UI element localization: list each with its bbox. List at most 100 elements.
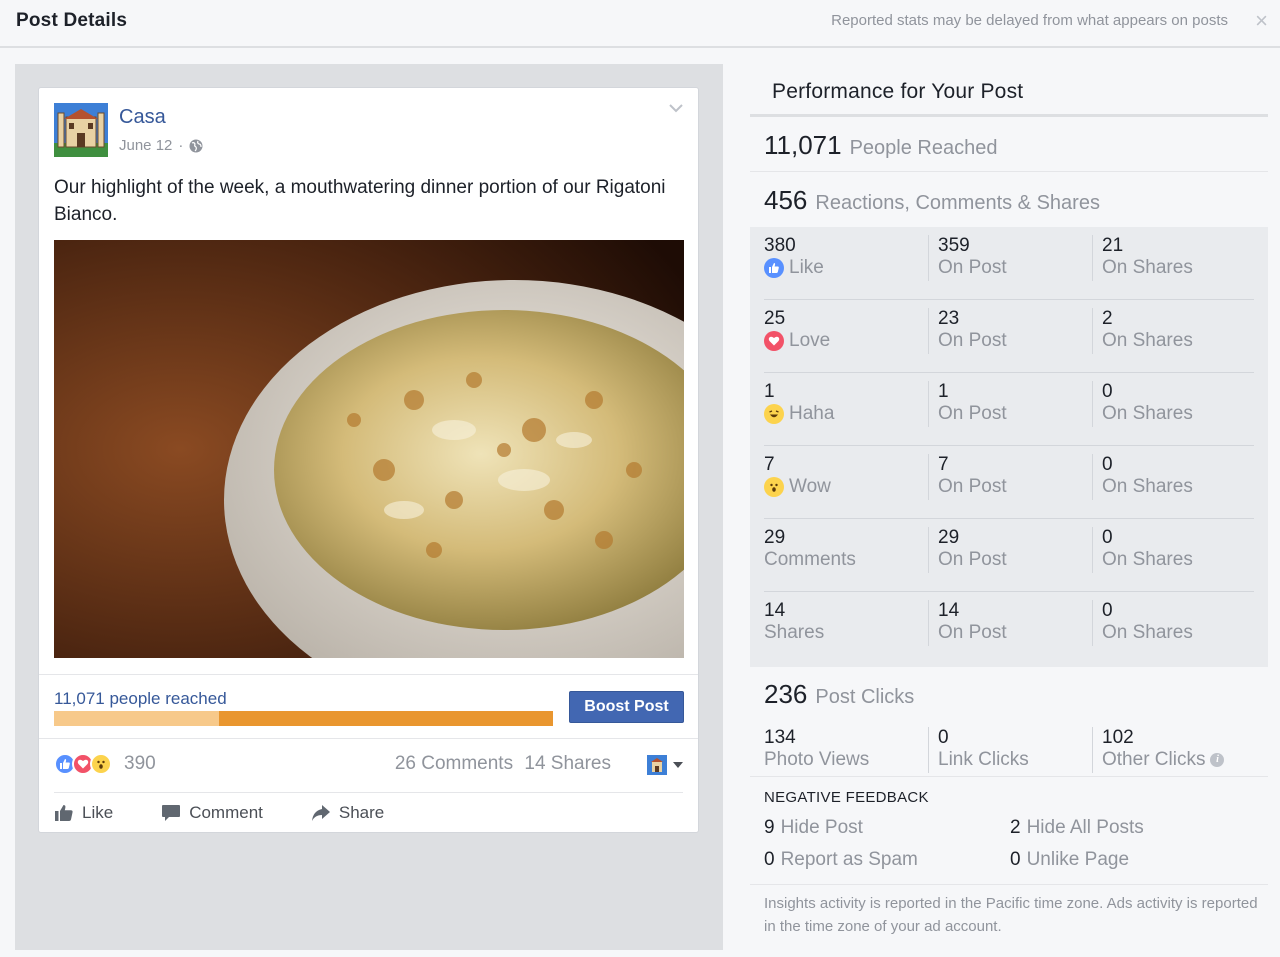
total-value: 380 <box>764 235 796 256</box>
reaction-row: 14 Shares 14 On Post 0 On Shares <box>750 592 1268 665</box>
on-post-label: On Post <box>938 476 1007 497</box>
close-icon[interactable]: × <box>1255 10 1268 32</box>
on-shares-cell: 0 On Shares <box>1092 600 1193 646</box>
caret-down-icon <box>673 762 683 768</box>
building-icon <box>54 103 108 157</box>
comment-label: Comment <box>189 803 263 822</box>
post-card: Casa June 12 · Our highlight of the week… <box>38 87 699 833</box>
post-preview-panel: Casa June 12 · Our highlight of the week… <box>15 64 723 950</box>
photo-views-cell: 134 Photo Views <box>764 727 869 771</box>
performance-title: Performance for Your Post <box>772 80 1024 103</box>
on-post-value: 23 <box>938 308 960 329</box>
engagement-stat: 456 Reactions, Comments & Shares <box>750 173 1268 227</box>
on-post-label: On Post <box>938 257 1007 278</box>
unlike-label: Unlike Page <box>1026 849 1130 870</box>
reach-section: 11,071 people reached Boost Post <box>39 674 698 738</box>
on-post-label: On Post <box>938 403 1007 424</box>
on-shares-value: 21 <box>1102 235 1124 256</box>
title-divider <box>750 114 1268 117</box>
people-reached-link[interactable]: 11,071 people reached <box>54 689 227 709</box>
on-shares-cell: 0 On Shares <box>1092 381 1193 427</box>
unlike-stat: 0 Unlike Page <box>1010 849 1129 871</box>
other-clicks-cell: 102 Other Clicks i <box>1092 727 1225 773</box>
on-post-value: 1 <box>938 381 949 402</box>
photo-views-value: 134 <box>764 727 796 748</box>
post-photo[interactable] <box>54 240 684 658</box>
like-button[interactable]: Like <box>54 803 113 823</box>
on-shares-label: On Shares <box>1102 403 1193 424</box>
total-cell: 380 Like <box>764 235 824 279</box>
on-post-cell: 1 On Post <box>928 381 1007 427</box>
on-shares-value: 0 <box>1102 454 1113 475</box>
comment-share-counts: 26 Comments 14 Shares <box>389 753 611 775</box>
row-label: Like <box>789 257 824 278</box>
share-button[interactable]: Share <box>311 803 384 823</box>
reached-value: 11,071 <box>764 130 842 160</box>
reached-label: People Reached <box>849 137 998 159</box>
total-cell: 25 Love <box>764 308 830 352</box>
on-shares-value: 2 <box>1102 308 1113 329</box>
engagement-label: Reactions, Comments & Shares <box>815 192 1100 214</box>
engagement-value: 456 <box>764 185 808 215</box>
reaction-icons[interactable] <box>54 753 112 775</box>
hide-post-value: 9 <box>764 817 775 838</box>
reaction-row: 7 Wow 7 On Post 0 On Shares <box>750 446 1268 519</box>
on-shares-value: 0 <box>1102 600 1113 621</box>
on-post-cell: 23 On Post <box>928 308 1007 354</box>
on-post-cell: 14 On Post <box>928 600 1007 646</box>
on-shares-cell: 0 On Shares <box>1092 454 1193 500</box>
reaction-row: 25 Love 23 On Post 2 On Shares <box>750 300 1268 373</box>
share-label: Share <box>338 803 385 822</box>
on-shares-label: On Shares <box>1102 622 1193 643</box>
post-actions: Like Comment Share <box>54 792 683 834</box>
clicks-value: 236 <box>764 679 808 709</box>
actor-selector[interactable] <box>647 755 683 775</box>
engagement-summary: 390 26 Comments 14 Shares <box>39 738 698 793</box>
row-label: Shares <box>764 622 825 643</box>
shares-count-link[interactable]: 14 Shares <box>524 753 611 774</box>
page-avatar[interactable] <box>54 103 108 157</box>
comments-count-link[interactable]: 26 Comments <box>395 753 513 774</box>
post-meta: June 12 · <box>119 137 203 154</box>
on-post-cell: 359 On Post <box>928 235 1007 281</box>
row-label: Haha <box>789 403 835 424</box>
hide-post-stat: 9 Hide Post <box>764 817 863 839</box>
reach-paid-fill <box>219 711 553 726</box>
reaction-count[interactable]: 390 <box>124 753 156 775</box>
on-shares-value: 0 <box>1102 527 1113 548</box>
info-icon[interactable]: i <box>1210 753 1225 767</box>
on-shares-label: On Shares <box>1102 476 1193 497</box>
people-reached-stat: 11,071 People Reached <box>750 118 1268 172</box>
on-post-cell: 29 On Post <box>928 527 1007 573</box>
post-message: Our highlight of the week, a mouthwateri… <box>54 177 666 225</box>
post-clicks-section: 236 Post Clicks 134 Photo Views 0 Link Cl… <box>750 667 1268 777</box>
love-icon <box>764 331 784 351</box>
link-clicks-cell: 0 Link Clicks <box>928 727 1029 773</box>
total-cell: 7 Wow <box>764 454 831 498</box>
reaction-row: 380 Like 359 On Post 21 On Shares <box>750 227 1268 300</box>
link-clicks-label: Link Clicks <box>938 749 1029 770</box>
hide-all-stat: 2 Hide All Posts <box>1010 817 1144 839</box>
comment-button[interactable]: Comment <box>161 803 263 823</box>
on-post-label: On Post <box>938 622 1007 643</box>
hide-post-label: Hide Post <box>780 817 863 838</box>
meta-separator: · <box>178 137 184 154</box>
on-shares-label: On Shares <box>1102 330 1193 351</box>
clicks-breakdown-row: 134 Photo Views 0 Link Clicks 102 Other … <box>750 725 1268 775</box>
negative-feedback-section: NEGATIVE FEEDBACK 9 Hide Post 2 Hide All P… <box>750 777 1268 885</box>
photo-views-label: Photo Views <box>764 749 870 770</box>
on-post-label: On Post <box>938 549 1007 570</box>
page-thumbnail <box>647 755 667 775</box>
haha-icon <box>764 404 784 424</box>
post-date[interactable]: June 12 <box>119 137 172 154</box>
unlike-value: 0 <box>1010 849 1021 870</box>
page-name-link[interactable]: Casa <box>119 106 166 129</box>
boost-post-button[interactable]: Boost Post <box>569 691 684 723</box>
on-shares-cell: 2 On Shares <box>1092 308 1193 354</box>
globe-icon <box>189 139 203 152</box>
chevron-down-icon[interactable] <box>668 102 684 114</box>
share-icon <box>311 805 330 821</box>
on-shares-label: On Shares <box>1102 257 1193 278</box>
thumbs-up-icon <box>55 805 73 821</box>
food-photo-image <box>54 240 684 658</box>
